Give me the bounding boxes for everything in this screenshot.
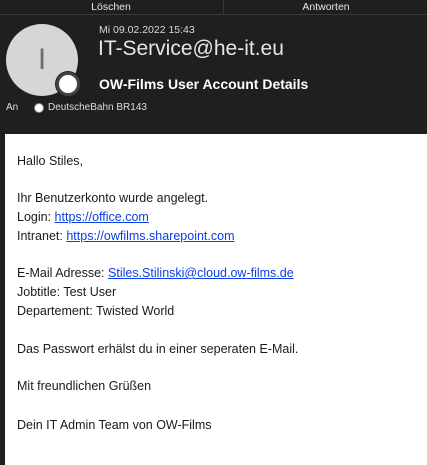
presence-status-icon	[56, 72, 80, 96]
intranet-link[interactable]: https://owfilms.sharepoint.com	[66, 229, 234, 243]
login-label: Login:	[17, 210, 52, 224]
password-note: Das Passwort erhälst du in einer seperat…	[17, 342, 299, 356]
intranet-line: Intranet: https://owfilms.sharepoint.com	[17, 229, 234, 243]
toolbar: Löschen Antworten	[0, 0, 427, 15]
signature-text: Dein IT Admin Team von OW-Films	[17, 418, 212, 432]
account-created-text: Ihr Benutzerkonto wurde angelegt.	[17, 191, 209, 205]
login-line: Login: https://office.com	[17, 210, 149, 224]
reply-button[interactable]: Antworten	[223, 0, 427, 14]
closing-text: Mit freundlichen Grüßen	[17, 379, 152, 393]
intranet-label: Intranet:	[17, 229, 63, 243]
recipient-name[interactable]: DeutscheBahn BR143	[48, 101, 147, 115]
recipient-presence-icon	[34, 103, 44, 113]
email-label: E-Mail Adresse:	[17, 266, 105, 280]
delete-button[interactable]: Löschen	[0, 0, 222, 14]
email-line: E-Mail Adresse: Stiles.Stilinski@cloud.o…	[17, 266, 294, 280]
sender-address[interactable]: IT-Service@he-it.eu	[98, 37, 284, 61]
jobtitle-text: Jobtitle: Test User	[17, 285, 117, 299]
to-label: An	[6, 102, 19, 113]
message-subject: OW-Films User Account Details	[99, 76, 309, 92]
message-date: Mi 09.02.2022 15:43	[99, 24, 195, 36]
message-body: Hallo Stiles, Ihr Benutzerkonto wurde an…	[5, 134, 427, 465]
department-text: Departement: Twisted World	[17, 304, 175, 318]
login-link[interactable]: https://office.com	[55, 210, 149, 224]
message-header: I Mi 09.02.2022 15:43 IT-Service@he-it.e…	[0, 15, 427, 133]
greeting: Hallo Stiles,	[17, 154, 83, 168]
email-link[interactable]: Stiles.Stilinski@cloud.ow-films.de	[108, 266, 294, 280]
